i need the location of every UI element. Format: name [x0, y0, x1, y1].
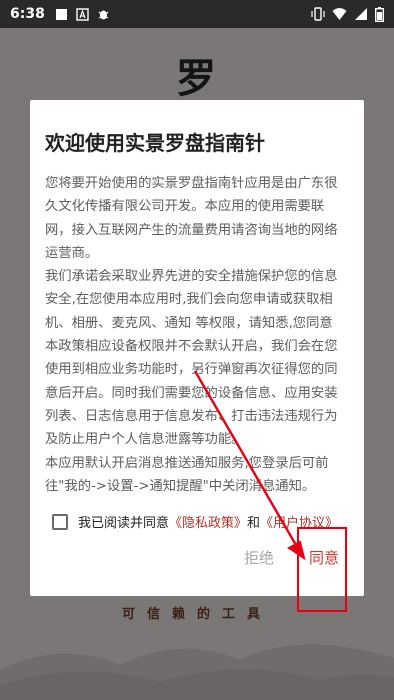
battery-icon — [375, 6, 384, 22]
app-logo: 罗 — [176, 55, 216, 102]
square-icon — [55, 8, 67, 20]
agree-prefix: 我已阅读并同意 — [78, 516, 170, 531]
and-text: 和 — [247, 516, 261, 531]
agree-checkbox[interactable] — [52, 513, 68, 530]
privacy-dialog: 欢迎使用实景罗盘指南针 您将要开始使用的实景罗盘指南针应用是由广东很久文化传播有… — [30, 100, 364, 596]
a-badge-icon — [76, 7, 89, 21]
annotation-highlight-box — [297, 527, 347, 612]
mountain-illustration — [0, 644, 394, 700]
status-bar: 6:38 — [0, 0, 394, 28]
dialog-title: 欢迎使用实景罗盘指南针 — [45, 131, 265, 155]
dialog-body: 您将要开始使用的实景罗盘指南针应用是由广东很久文化传播有限公司开发。本应用的使用… — [45, 172, 345, 498]
agree-row: 我已阅读并同意 《隐私政策》 和 《用户协议》 — [52, 512, 338, 531]
status-time: 6:38 — [10, 6, 45, 22]
vibrate-icon — [311, 7, 325, 21]
privacy-policy-link[interactable]: 《隐私政策》 — [169, 512, 247, 531]
bug-icon — [98, 10, 109, 19]
dialog-paragraph: 您将要开始使用的实景罗盘指南针应用是由广东很久文化传播有限公司开发。本应用的使用… — [45, 176, 338, 261]
wifi-icon — [332, 8, 347, 20]
decline-button[interactable]: 拒绝 — [244, 547, 274, 568]
dialog-paragraph: 我们承诺会采取业界先进的安全措施保护您的信息安全,在您使用本应用时,我们会向您申… — [45, 269, 338, 448]
signal-icon — [355, 8, 367, 20]
dialog-paragraph: 本应用默认开启消息推送通知服务,您登录后可前往"我的->设置->通知提醒"中关闭… — [45, 455, 329, 494]
